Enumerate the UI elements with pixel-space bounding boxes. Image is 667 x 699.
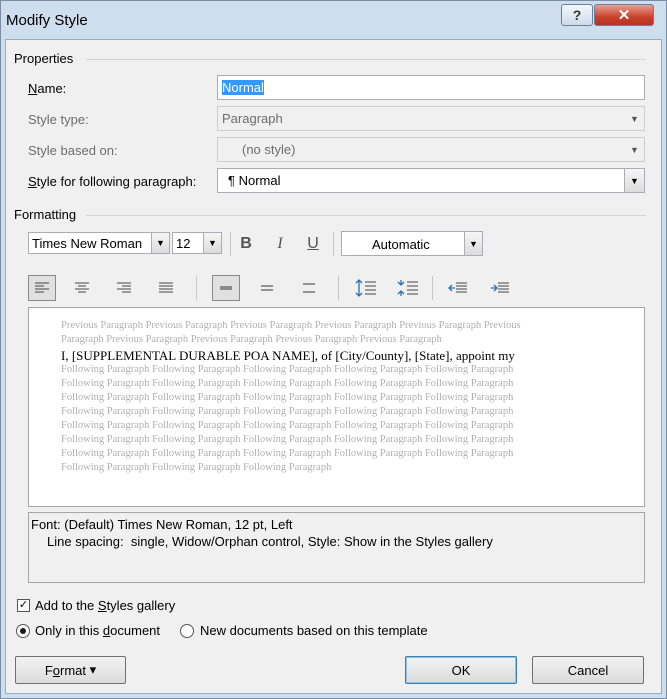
preview-previous-line: Previous Paragraph Previous Paragraph Pr…	[61, 320, 521, 331]
justify-button[interactable]	[152, 275, 180, 301]
name-input-value: Normal	[222, 80, 264, 95]
font-size-select[interactable]: 12 ▼	[172, 232, 222, 254]
decrease-indent-icon	[448, 282, 467, 293]
preview-following-line: Following Paragraph Following Paragraph …	[61, 406, 514, 417]
font-size-value: 12	[176, 236, 191, 251]
justify-icon	[159, 282, 173, 293]
chevron-down-icon: ▼	[464, 232, 482, 255]
name-input[interactable]: Normal	[217, 75, 645, 100]
decrease-paragraph-spacing-button[interactable]	[394, 275, 422, 301]
toolbar-separator	[196, 276, 197, 300]
increase-indent-button[interactable]	[486, 275, 514, 301]
decrease-indent-button[interactable]	[444, 275, 472, 301]
style-preview: Previous Paragraph Previous Paragraph Pr…	[28, 307, 645, 507]
align-right-icon	[117, 282, 131, 293]
dropdown-arrow-icon: ▾	[89, 662, 97, 677]
description-line: Line spacing: single, Widow/Orphan contr…	[47, 534, 493, 549]
style-description: Font: (Default) Times New Roman, 12 pt, …	[28, 512, 645, 583]
new-documents-label: New documents based on this template	[200, 623, 428, 638]
formatting-divider	[86, 215, 646, 216]
align-left-button[interactable]	[28, 275, 56, 301]
italic-button[interactable]: I	[267, 231, 293, 257]
following-paragraph-label: Style for following paragraph:	[28, 174, 197, 189]
one-half-spacing-button[interactable]	[253, 275, 281, 301]
style-type-label: Style type:	[28, 112, 89, 127]
cancel-button[interactable]: Cancel	[532, 656, 644, 684]
following-paragraph-select[interactable]: ¶ Normal ▼	[217, 168, 645, 193]
only-this-document-label: Only in this document	[35, 623, 161, 638]
title-bar[interactable]: Modify Style ? ✕	[1, 1, 666, 39]
increase-spacing-icon	[355, 279, 376, 297]
single-spacing-button[interactable]	[212, 275, 240, 301]
bold-button[interactable]: B	[233, 231, 259, 257]
based-on-value: (no style)	[242, 142, 296, 157]
chevron-down-icon: ▼	[151, 233, 169, 253]
toolbar-separator	[333, 232, 334, 256]
underline-button[interactable]: U	[300, 231, 326, 257]
align-center-button[interactable]	[68, 275, 96, 301]
name-label: Name:	[28, 81, 67, 96]
preview-following-line: Following Paragraph Following Paragraph …	[61, 434, 514, 445]
based-on-select[interactable]: (no style) ▼	[217, 137, 645, 162]
only-this-document-radio[interactable]	[16, 624, 30, 638]
new-documents-radio[interactable]	[180, 624, 194, 638]
style-type-select[interactable]: Paragraph ▼	[217, 106, 645, 131]
increase-paragraph-spacing-button[interactable]	[352, 275, 380, 301]
single-spacing-icon	[220, 286, 232, 290]
preview-following-line: Following Paragraph Following Paragraph …	[61, 448, 514, 459]
preview-following-line: Following Paragraph Following Paragraph …	[61, 364, 514, 375]
modify-style-dialog: Modify Style ? ✕ Properties Name: Normal…	[0, 0, 667, 699]
style-type-value: Paragraph	[222, 111, 283, 126]
double-spacing-button[interactable]	[295, 275, 323, 301]
ok-button[interactable]: OK	[405, 656, 517, 684]
chevron-down-icon: ▼	[203, 233, 221, 253]
toolbar-separator	[432, 276, 433, 300]
add-to-gallery-checkbox[interactable]: ✓	[17, 599, 30, 612]
preview-following-line: Following Paragraph Following Paragraph …	[61, 392, 514, 403]
dialog-client: Properties Name: Normal Style type: Para…	[5, 39, 662, 694]
chevron-down-icon: ▼	[630, 144, 639, 155]
pilcrow-icon: ¶	[228, 173, 235, 188]
double-spacing-icon	[303, 283, 315, 293]
preview-following-line: Following Paragraph Following Paragraph …	[61, 420, 514, 431]
align-left-icon	[35, 282, 49, 293]
format-button[interactable]: Fo rmat ▾	[15, 656, 126, 684]
toolbar-separator	[230, 232, 231, 256]
close-button[interactable]: ✕	[594, 4, 654, 26]
one-half-spacing-icon	[261, 285, 273, 291]
font-color-select[interactable]: Automatic ▼	[341, 231, 483, 256]
properties-divider	[86, 59, 646, 60]
preview-following-line: Following Paragraph Following Paragraph …	[61, 378, 514, 389]
font-name-select[interactable]: Times New Roman ▼	[28, 232, 170, 254]
font-color-value: Automatic	[372, 237, 430, 252]
help-button[interactable]: ?	[561, 4, 593, 26]
description-line: Font: (Default) Times New Roman, 12 pt, …	[31, 517, 293, 532]
based-on-label: Style based on:	[28, 143, 118, 158]
toolbar-separator	[338, 276, 339, 300]
decrease-spacing-icon	[397, 280, 418, 296]
preview-sample-text: I, [SUPPLEMENTAL DURABLE POA NAME], of […	[61, 348, 515, 363]
add-to-gallery-label: Add to the Styles gallery	[35, 598, 176, 613]
align-right-button[interactable]	[110, 275, 138, 301]
font-name-value: Times New Roman	[32, 236, 143, 251]
following-paragraph-value: Normal	[238, 173, 281, 188]
preview-previous-line: Paragraph Previous Paragraph Previous Pa…	[61, 334, 442, 345]
chevron-down-icon[interactable]: ▼	[624, 169, 644, 192]
chevron-down-icon: ▼	[630, 113, 639, 124]
increase-indent-icon	[491, 282, 509, 293]
formatting-section-label: Formatting	[14, 207, 77, 222]
dialog-title: Modify Style	[6, 12, 88, 29]
preview-following-line: Following Paragraph Following Paragraph …	[61, 462, 332, 473]
align-center-icon	[75, 282, 89, 293]
properties-section-label: Properties	[14, 51, 74, 66]
